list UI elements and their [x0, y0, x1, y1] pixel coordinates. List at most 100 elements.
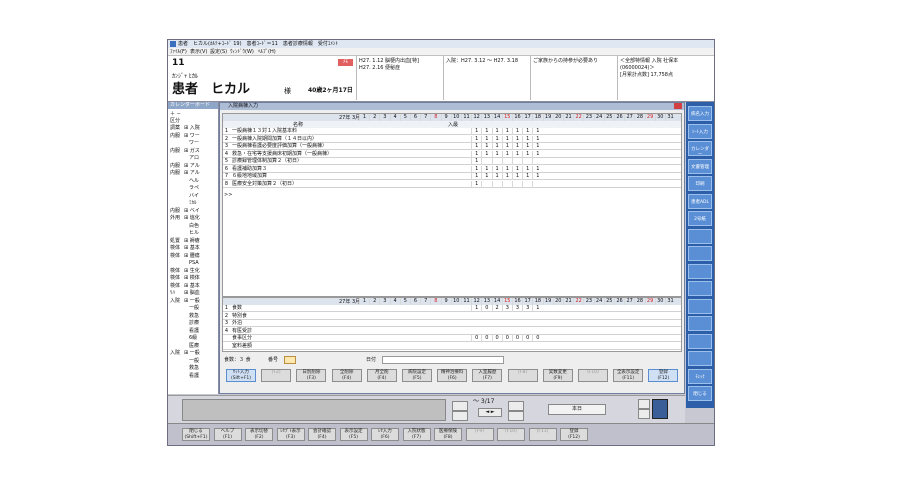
left-item-11[interactable]: ⊞ ベイ: [184, 208, 200, 214]
bottom-fkey-9[interactable]: (F9): [465, 428, 494, 441]
top-row-5[interactable]: 5 診療録管理体制加算２（初日） 1: [223, 158, 681, 165]
bottom-row-3[interactable]: 4 有医受診: [223, 328, 681, 335]
top-row-4-mark-14[interactable]: 1: [491, 150, 502, 158]
top-row-2-mark-18[interactable]: 1: [532, 135, 542, 143]
bottom-row-5[interactable]: 室料差額: [223, 343, 681, 350]
left-item-21[interactable]: ⊞ 基本: [184, 283, 200, 289]
top-row-4-mark-18[interactable]: 1: [532, 150, 542, 158]
left-item-14[interactable]: ヒル: [184, 230, 199, 236]
left-item-12[interactable]: ⊞ 塩化: [184, 215, 200, 221]
menu-file[interactable]: ﾌｧｲﾙ(F): [170, 49, 187, 55]
top-row-7-mark-16[interactable]: 1: [512, 173, 522, 180]
top-row-2-mark-13[interactable]: 1: [481, 135, 491, 143]
fkey-button-6[interactable]: 精神治療料 (F6): [437, 369, 468, 382]
bottom-row-0-mark-16[interactable]: 3: [512, 305, 522, 312]
left-item-26[interactable]: 診療: [184, 320, 199, 326]
left-item-13[interactable]: 白色: [184, 223, 199, 229]
bottom-row-4-mark-14[interactable]: 0: [491, 335, 502, 342]
bottom-row-0-mark-14[interactable]: 2: [491, 305, 502, 312]
top-row-8[interactable]: 8 医療安全対策加算２（初日） 1: [223, 180, 681, 188]
top-row-7-mark-13[interactable]: 1: [481, 173, 491, 180]
top-row-1[interactable]: 1 一般病棟１３対１入院基本料 1 1 1 1 1 1 1: [223, 128, 681, 135]
top-row-4-mark-17[interactable]: 1: [522, 150, 532, 158]
next-next-button[interactable]: [508, 411, 524, 421]
right-tool-button-9[interactable]: [688, 263, 712, 279]
top-row-5-mark-13[interactable]: [481, 158, 491, 165]
fkey-button-1[interactable]: (F2): [261, 369, 292, 382]
menu-help[interactable]: ﾍﾙﾌﾟ(H): [258, 49, 276, 55]
date-input[interactable]: [382, 356, 504, 364]
right-tool-button-5[interactable]: 患者ADL: [688, 193, 712, 209]
close-icon[interactable]: [674, 103, 682, 109]
top-row-1-mark-12[interactable]: 1: [471, 128, 481, 135]
bottom-row-2[interactable]: 3 外泊: [223, 320, 681, 327]
top-row-4[interactable]: 4 救急・在宅等支援病床初期加算（一般病棟） 1 1 1 1 1 1 1: [223, 150, 681, 158]
bottom-fkey-5[interactable]: 表示設定 (F5): [339, 428, 368, 441]
left-item-6[interactable]: ⊞ アル: [184, 170, 200, 176]
today-button[interactable]: 本日: [548, 404, 606, 415]
left-item-0[interactable]: ⊞ 入院: [184, 125, 200, 131]
left-item-16[interactable]: ⊞ 基本: [184, 245, 200, 251]
top-row-5-mark-16[interactable]: [512, 158, 522, 165]
right-tool-button-13[interactable]: [688, 333, 712, 349]
bottom-row-4-mark-18[interactable]: 0: [532, 335, 542, 342]
right-tool-button-2[interactable]: カレンダー: [688, 141, 712, 157]
bottom-fkey-2[interactable]: 表示切替 (F2): [245, 428, 273, 441]
top-row-5-mark-14[interactable]: [491, 158, 502, 165]
top-row-5-mark-17[interactable]: [522, 158, 532, 165]
top-row-2-mark-14[interactable]: 1: [491, 135, 502, 143]
top-row-7-mark-14[interactable]: 1: [491, 173, 502, 180]
prev-button[interactable]: [452, 411, 468, 421]
top-row-1-mark-15[interactable]: 1: [501, 128, 512, 135]
bottom-fkey-8[interactable]: 医療保険 (F8): [434, 428, 462, 441]
top-row-6-mark-14[interactable]: 1: [491, 165, 502, 173]
bottom-row-0-mark-15[interactable]: 3: [501, 305, 512, 312]
left-item-8[interactable]: ラペ: [184, 185, 199, 191]
top-row-7-mark-15[interactable]: 1: [501, 173, 512, 180]
top-row-6-mark-15[interactable]: 1: [501, 165, 512, 173]
bottom-row-0-mark-17[interactable]: 3: [522, 305, 532, 312]
bottom-fkey-3[interactable]: ﾚｾﾌﾟﾄ表示 (F3): [276, 428, 305, 441]
bottom-row-4-mark-17[interactable]: 0: [522, 335, 532, 342]
right-tool-button-4[interactable]: 印刷: [688, 176, 712, 191]
fkey-button-2[interactable]: 日別削除 (F3): [296, 369, 327, 382]
top-row-3-mark-18[interactable]: 1: [532, 143, 542, 150]
left-item-30[interactable]: ⊞ 一般: [184, 350, 200, 356]
left-item-3[interactable]: ⊞ ガス: [184, 148, 200, 154]
bottom-fkey-10[interactable]: (F10): [497, 428, 525, 441]
menu-settings[interactable]: 設定(S): [210, 49, 227, 55]
top-row-7-mark-17[interactable]: 1: [522, 173, 532, 180]
top-row-4-mark-16[interactable]: 1: [512, 150, 522, 158]
left-item-28[interactable]: 6級: [184, 335, 197, 341]
top-row-6-mark-17[interactable]: 1: [522, 165, 532, 173]
left-item-4[interactable]: アロ: [184, 155, 199, 161]
left-item-2[interactable]: ワー: [184, 140, 199, 146]
bottom-row-4-mark-15[interactable]: 0: [501, 335, 512, 342]
bottom-row-0-mark-13[interactable]: 0: [481, 305, 491, 312]
fkey-button-4[interactable]: 月全削 (F4): [366, 369, 397, 382]
top-row-4-mark-13[interactable]: 1: [481, 150, 491, 158]
top-row-3-mark-16[interactable]: 1: [512, 143, 522, 150]
top-row-7-mark-12[interactable]: 1: [471, 173, 481, 180]
top-row-5-mark-15[interactable]: [501, 158, 512, 165]
top-row-6-mark-16[interactable]: 1: [512, 165, 522, 173]
bottom-fkey-11[interactable]: (F11): [528, 428, 557, 441]
top-row-6-mark-13[interactable]: 1: [481, 165, 491, 173]
left-item-31[interactable]: 一般: [184, 358, 199, 364]
fkey-button-8[interactable]: (F8): [507, 369, 538, 382]
left-item-9[interactable]: バイ: [184, 193, 199, 199]
left-item-29[interactable]: 医療: [184, 343, 199, 349]
right-tool-button-12[interactable]: [688, 316, 712, 331]
top-row-4-mark-15[interactable]: 1: [501, 150, 512, 158]
bottom-fkey-12[interactable]: 登録 (F12): [560, 428, 588, 441]
bottom-fkey-4[interactable]: 会計確認 (F4): [308, 428, 336, 441]
left-item-5[interactable]: ⊞ アル: [184, 163, 200, 169]
fkey-button-5[interactable]: 病院設定 (F5): [402, 369, 432, 382]
top-row-8-mark-12[interactable]: 1: [471, 180, 481, 188]
left-item-23[interactable]: ⊞ 一般: [184, 298, 200, 304]
left-item-32[interactable]: 救急: [184, 365, 199, 371]
top-row-3-mark-13[interactable]: 1: [481, 143, 491, 150]
menu-window[interactable]: ｳｨﾝﾄﾞｳ(W): [230, 49, 254, 55]
nav-small-1[interactable]: [638, 399, 650, 409]
prev-prev-button[interactable]: [452, 401, 468, 411]
